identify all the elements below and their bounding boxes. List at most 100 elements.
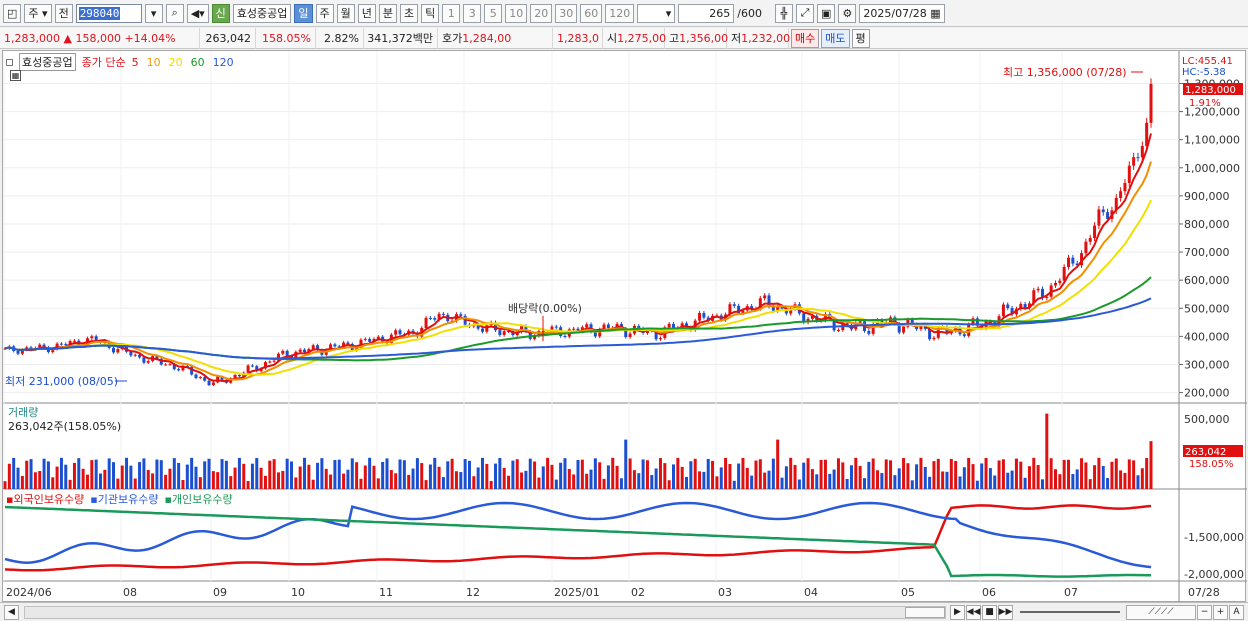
period-tick[interactable]: 틱 [421, 3, 440, 23]
volume-bar [46, 461, 50, 489]
scroll-thumb[interactable] [905, 606, 945, 618]
period-minute[interactable]: 분 [378, 3, 398, 23]
interval-select[interactable]: ▾ [637, 3, 676, 23]
ma-line [4, 133, 1152, 383]
ma-legend-item[interactable]: 120 [213, 56, 234, 69]
search-icon[interactable]: ⌕ [165, 3, 184, 23]
volume-bar [971, 464, 975, 489]
interval-20[interactable]: 20 [530, 3, 553, 23]
sell-button[interactable]: 매도 [821, 28, 850, 48]
candle-body [133, 354, 137, 356]
volume-bar [793, 464, 797, 489]
volume-value-label: 263,042주(158.05%) [8, 420, 122, 433]
interval-5[interactable]: 5 [484, 3, 503, 23]
last-pct-label: 1.91% [1189, 98, 1221, 109]
window-icon[interactable]: ◰ [3, 3, 22, 23]
stop-icon[interactable]: ■ [982, 604, 997, 620]
dropdown-icon[interactable]: ▾ [144, 3, 163, 23]
code-input[interactable]: 298040 [75, 3, 142, 23]
period-year[interactable]: 년 [357, 3, 376, 23]
scrollbar[interactable] [24, 605, 946, 619]
volume-bar [737, 463, 741, 489]
candle-body [585, 324, 589, 328]
ma-legend-item[interactable]: 20 [169, 56, 183, 69]
draw-tools-icon[interactable]: ⟋⟋⟋⟋ [1126, 604, 1196, 620]
interval-3[interactable]: 3 [463, 3, 482, 23]
draw-icon[interactable]: ⤢ [795, 3, 814, 23]
holding-legend-item[interactable]: ▪개인보유수량 [164, 491, 232, 507]
volume-bar [1049, 458, 1053, 489]
period-month[interactable]: 월 [336, 3, 355, 23]
type-select[interactable]: 주 ▾ [24, 3, 52, 23]
volume-bar [706, 458, 710, 489]
interval-10[interactable]: 10 [505, 3, 528, 23]
ma-legend-item[interactable]: 5 [132, 56, 139, 69]
volume-bar [902, 458, 906, 489]
buy-button[interactable]: 매수 [791, 28, 820, 48]
volume-bar [333, 460, 337, 489]
lc-label: LC:455.41 [1182, 56, 1233, 67]
holding-legend-item[interactable]: ▪기관보유수량 [90, 491, 158, 507]
grid-icon[interactable]: ▦ [10, 70, 21, 81]
period-day[interactable]: 일 [294, 3, 313, 23]
period-second[interactable]: 초 [400, 3, 419, 23]
period-week[interactable]: 주 [315, 3, 334, 23]
volume-bar [203, 461, 207, 489]
volume-bar [389, 470, 393, 489]
interval-60[interactable]: 60 [580, 3, 603, 23]
candle-body [246, 365, 250, 373]
sound-icon[interactable]: ◀▾ [186, 3, 209, 23]
date-input[interactable]: 2025/07/28 ▦ [859, 3, 945, 23]
volume-bar [198, 477, 202, 489]
zoom-slider[interactable] [1020, 611, 1120, 613]
dividend-note: 배당락(0.00%) [508, 302, 582, 315]
count-input[interactable]: 265 [678, 3, 735, 23]
volume-bar [164, 474, 168, 489]
volume-bar [819, 459, 823, 489]
volume-bar [120, 465, 124, 489]
volume-bar [1123, 472, 1127, 489]
volume-bar [711, 460, 715, 489]
holding-legend-item[interactable]: ▪외국인보유수량 [6, 491, 84, 507]
interval-120[interactable]: 120 [605, 3, 635, 23]
rewind-icon[interactable]: ◀◀ [966, 604, 981, 620]
legend-square-icon [6, 58, 13, 66]
volume-bar [1040, 479, 1044, 489]
gear-icon[interactable]: ⚙ [838, 3, 857, 23]
candle-icon[interactable]: ╬ [774, 3, 793, 23]
volume-bar [776, 439, 780, 489]
volume-bar [337, 459, 341, 489]
ma-legend-item[interactable]: 10 [147, 56, 161, 69]
volume-bar [237, 457, 241, 489]
volume-bar [77, 458, 81, 489]
save-icon[interactable]: ▣ [816, 3, 836, 23]
interval-30[interactable]: 30 [555, 3, 578, 23]
ma-legend-item[interactable]: 60 [191, 56, 205, 69]
scroll-right-icon[interactable]: ▶ [950, 604, 965, 620]
prev-button[interactable]: 전 [54, 3, 73, 23]
volume-bar [1136, 475, 1140, 489]
volume-bar [849, 465, 853, 489]
interval-1[interactable]: 1 [442, 3, 461, 23]
chart-area[interactable]: 1,300,0001,200,0001,100,0001,000,000900,… [2, 50, 1247, 603]
volume-bar [454, 471, 458, 489]
volume-bar [1036, 465, 1040, 489]
forward-icon[interactable]: ▶▶ [998, 604, 1013, 620]
avg-button[interactable]: 평 [851, 28, 870, 48]
x-axis-label: 02 [631, 586, 645, 599]
zoom-out-icon[interactable]: − [1197, 604, 1212, 620]
volume-y-label: 500,000 [1184, 413, 1230, 426]
font-icon[interactable]: A [1229, 604, 1244, 620]
volume-bar [823, 459, 827, 489]
volume-bar [750, 475, 754, 489]
x-axis-label: 07 [1064, 586, 1078, 599]
volume-bar [880, 473, 884, 489]
holding-y-label: -2,000,000 [1184, 568, 1244, 581]
volume-bar [129, 465, 133, 489]
volume-bar [893, 475, 897, 489]
scroll-left-icon[interactable]: ◀ [4, 604, 19, 620]
y-axis-label: 1,100,000 [1184, 134, 1240, 147]
zoom-in-icon[interactable]: + [1213, 604, 1228, 620]
volume-bar [537, 477, 541, 489]
volume-bar [1006, 472, 1010, 489]
